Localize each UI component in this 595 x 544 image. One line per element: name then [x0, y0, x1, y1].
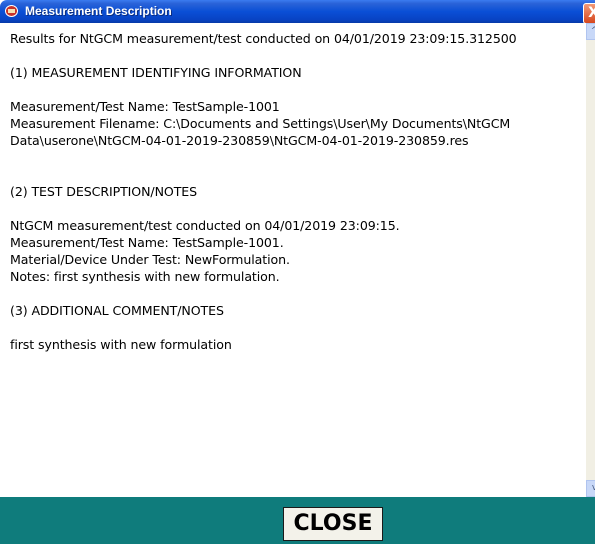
measurement-description-window: Measurement Description X Results for Nt…	[0, 0, 595, 544]
description-text: Results for NtGCM measurement/test condu…	[10, 31, 517, 352]
scroll-down-arrow-icon[interactable]: v	[586, 480, 595, 497]
vertical-scrollbar[interactable]: ^ v	[586, 23, 595, 497]
window-close-button[interactable]: X	[583, 3, 595, 23]
window-title: Measurement Description	[25, 4, 172, 18]
app-logo-icon	[5, 5, 18, 17]
title-bar: Measurement Description X	[0, 0, 595, 23]
footer-bar: CLOSE	[0, 497, 595, 544]
close-button[interactable]: CLOSE	[283, 507, 383, 541]
scroll-up-arrow-icon[interactable]: ^	[586, 23, 595, 40]
window-left-edge	[0, 23, 10, 497]
